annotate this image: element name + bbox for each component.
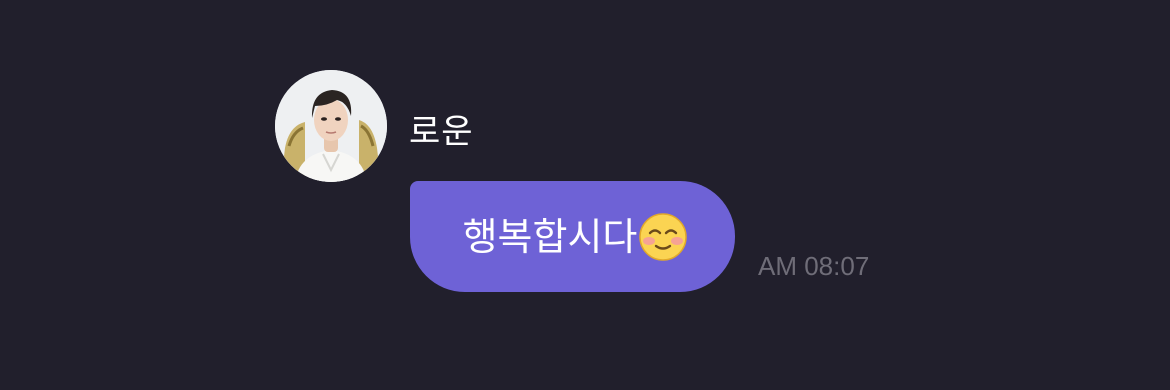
smiling-face-with-blush-emoji-icon	[638, 212, 688, 262]
sender-avatar[interactable]	[275, 70, 387, 182]
sender-name: 로운	[409, 112, 474, 152]
message-bubble[interactable]: 행복합시다	[410, 181, 735, 292]
message-timestamp: AM 08:07	[758, 251, 870, 281]
avatar-photo-icon	[275, 70, 387, 182]
message-text: 행복합시다	[462, 214, 638, 259]
chat-area: 로운 행복합시다 AM 08:07	[0, 0, 1170, 390]
